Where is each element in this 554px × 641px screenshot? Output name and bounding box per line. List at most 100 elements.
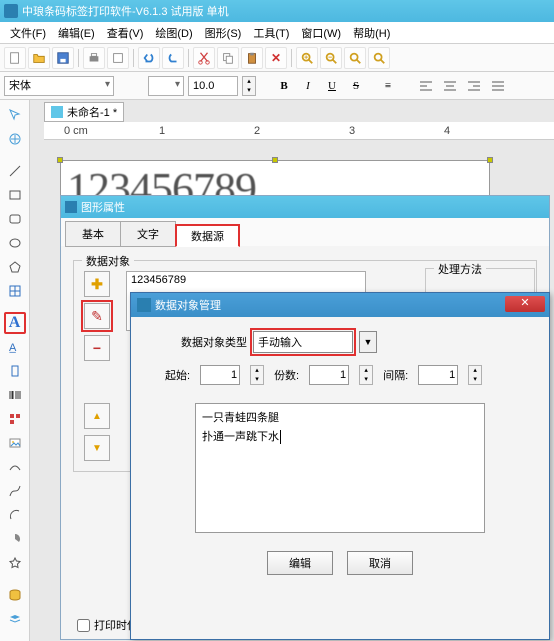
copies-spinner[interactable]: ▴▾	[359, 365, 373, 385]
arc-tool[interactable]	[4, 504, 26, 526]
redo-button[interactable]	[162, 47, 184, 69]
align-center-button[interactable]	[440, 76, 460, 96]
move-up-button[interactable]: ▲	[84, 403, 110, 429]
select-tool[interactable]	[4, 104, 26, 126]
start-input[interactable]	[200, 365, 240, 385]
gap-label: 间隔:	[383, 367, 408, 383]
type-dropdown-button[interactable]: ▼	[359, 331, 377, 353]
menu-shape[interactable]: 图形(S)	[199, 23, 248, 43]
dialog-title: 数据对象管理	[155, 297, 221, 313]
move-down-button[interactable]: ▼	[84, 435, 110, 461]
text-tool[interactable]: A	[4, 312, 26, 334]
cut-button[interactable]	[193, 47, 215, 69]
align-left2-button[interactable]	[416, 76, 436, 96]
underline-button[interactable]: U	[322, 76, 342, 96]
barcode-tool[interactable]	[4, 384, 26, 406]
dialog-close-button[interactable]: ✕	[505, 296, 545, 312]
menu-edit[interactable]: 编辑(E)	[52, 23, 101, 43]
database-tool[interactable]	[4, 584, 26, 606]
copies-input[interactable]	[309, 365, 349, 385]
list-item[interactable]: 123456789	[131, 274, 361, 286]
zoom-out-button[interactable]	[320, 47, 342, 69]
image-tool[interactable]	[4, 432, 26, 454]
save-on-print-checkbox[interactable]	[77, 619, 90, 632]
font-style-select[interactable]	[148, 76, 184, 96]
vtext-tool[interactable]	[4, 360, 26, 382]
gap-input[interactable]	[418, 365, 458, 385]
start-label: 起始:	[165, 367, 190, 383]
pie-tool[interactable]	[4, 528, 26, 550]
line-tool[interactable]	[4, 160, 26, 182]
qrcode-tool[interactable]	[4, 408, 26, 430]
strike-button[interactable]: S	[346, 76, 366, 96]
group-data-objects: 数据对象	[82, 253, 134, 269]
richtext-tool[interactable]: A̲	[4, 336, 26, 358]
bold-button[interactable]: B	[274, 76, 294, 96]
app-titlebar: 中琅条码标签打印软件-V6.1.3 试用版 单机	[0, 0, 554, 22]
zoom-fit-button[interactable]	[344, 47, 366, 69]
tab-basic[interactable]: 基本	[65, 221, 121, 247]
menu-window[interactable]: 窗口(W)	[295, 23, 347, 43]
print-button[interactable]	[83, 47, 105, 69]
dialog-icon	[137, 298, 151, 312]
pan-tool[interactable]	[4, 128, 26, 150]
roundrect-tool[interactable]	[4, 208, 26, 230]
ruler: 0 cm 1 2 3 4	[44, 122, 554, 140]
side-toolbar: A A̲	[0, 100, 30, 641]
menu-file[interactable]: 文件(F)	[4, 23, 52, 43]
tab-datasource[interactable]: 数据源	[175, 224, 240, 247]
font-size-input[interactable]	[188, 76, 238, 96]
gap-spinner[interactable]: ▴▾	[468, 365, 482, 385]
align-left-button[interactable]: ≡	[378, 76, 398, 96]
app-title: 中琅条码标签打印软件-V6.1.3 试用版 单机	[22, 3, 229, 19]
rect-tool[interactable]	[4, 184, 26, 206]
ellipse-tool[interactable]	[4, 232, 26, 254]
type-label: 数据对象类型	[181, 334, 247, 350]
menu-help[interactable]: 帮助(H)	[347, 23, 396, 43]
dialog-titlebar[interactable]: 数据对象管理 ✕	[131, 293, 549, 317]
zoom-in-button[interactable]	[296, 47, 318, 69]
undo-button[interactable]	[138, 47, 160, 69]
main-toolbar: ✕	[0, 44, 554, 72]
new-button[interactable]	[4, 47, 26, 69]
bezier-tool[interactable]	[4, 480, 26, 502]
menu-view[interactable]: 查看(V)	[101, 23, 150, 43]
tab-text[interactable]: 文字	[120, 221, 176, 247]
delete-button[interactable]: ✕	[265, 47, 287, 69]
italic-button[interactable]: I	[298, 76, 318, 96]
properties-icon	[65, 201, 77, 213]
open-button[interactable]	[28, 47, 50, 69]
font-size-spinner[interactable]: ▴▾	[242, 76, 256, 96]
add-object-button[interactable]: ✚	[84, 271, 110, 297]
remove-object-button[interactable]: −	[84, 335, 110, 361]
polygon-tool[interactable]	[4, 256, 26, 278]
curve-tool[interactable]	[4, 456, 26, 478]
content-textarea[interactable]: 一只青蛙四条腿 扑通一声跳下水	[195, 403, 485, 533]
font-name-select[interactable]: 宋体	[4, 76, 114, 96]
properties-title: 图形属性	[81, 199, 125, 215]
grid-tool[interactable]	[4, 280, 26, 302]
menu-tool[interactable]: 工具(T)	[247, 23, 295, 43]
document-tab[interactable]: 未命名-1 *	[44, 102, 124, 122]
properties-titlebar[interactable]: 图形属性	[61, 196, 549, 218]
type-select[interactable]: 手动输入	[253, 331, 353, 353]
preview-button[interactable]	[107, 47, 129, 69]
align-right-button[interactable]	[464, 76, 484, 96]
app-icon	[4, 4, 18, 18]
document-icon	[51, 106, 63, 118]
star-tool[interactable]	[4, 552, 26, 574]
edit-object-button[interactable]: ✎	[84, 303, 110, 329]
zoom-100-button[interactable]	[368, 47, 390, 69]
copy-button[interactable]	[217, 47, 239, 69]
layers-tool[interactable]	[4, 608, 26, 630]
font-toolbar: 宋体 ▴▾ B I U S ≡	[0, 72, 554, 100]
save-button[interactable]	[52, 47, 74, 69]
copies-label: 份数:	[274, 367, 299, 383]
paste-button[interactable]	[241, 47, 263, 69]
cancel-button[interactable]: 取消	[347, 551, 413, 575]
edit-button[interactable]: 编辑	[267, 551, 333, 575]
start-spinner[interactable]: ▴▾	[250, 365, 264, 385]
menu-draw[interactable]: 绘图(D)	[149, 23, 198, 43]
svg-text:A̲: A̲	[8, 342, 16, 354]
align-justify-button[interactable]	[488, 76, 508, 96]
